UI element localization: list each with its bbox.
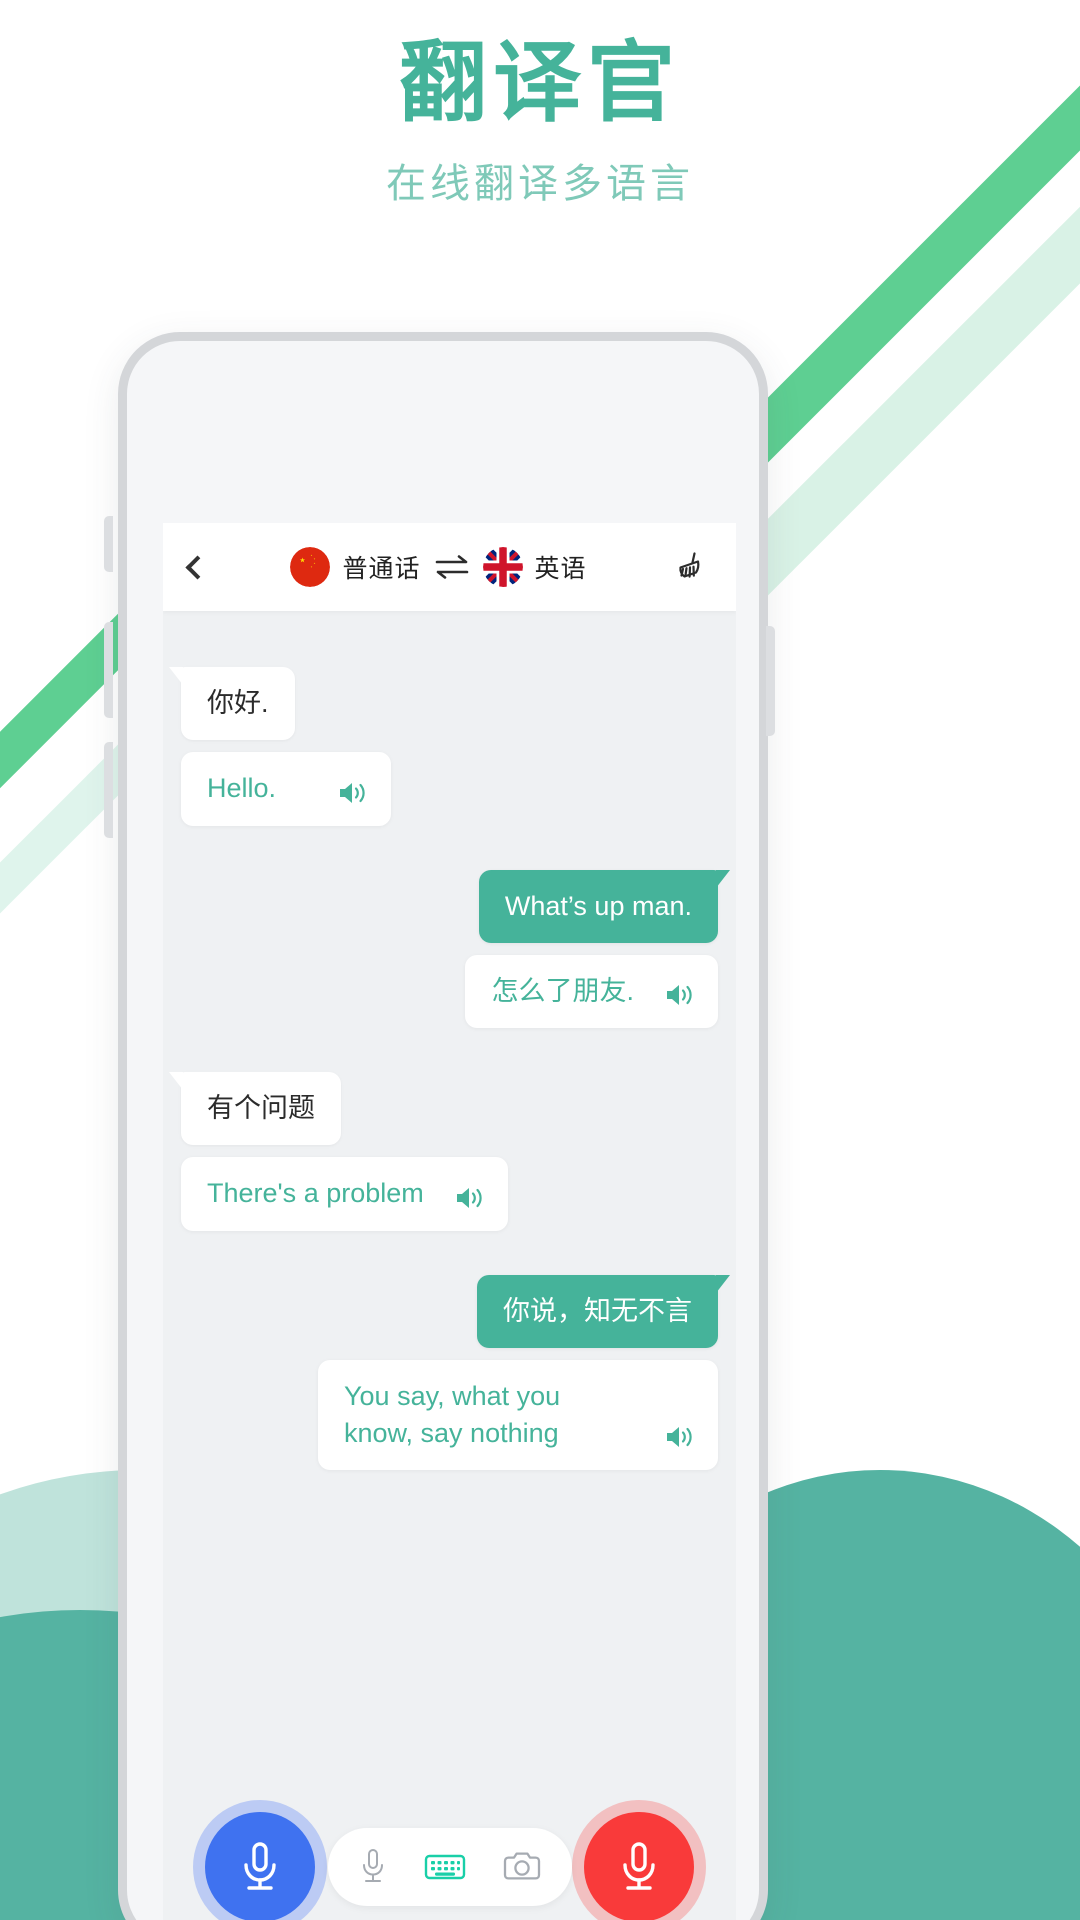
input-mode-pill (327, 1828, 572, 1906)
swap-arrows-icon (435, 555, 468, 579)
app-promo-screen: 翻译官 在线翻译多语言 普通话 英语 你好. Hello. What’s up … (0, 0, 1080, 1920)
phone-mockup: 普通话 英语 你好. Hello. What’s up man. 怎么了朋友. … (118, 332, 768, 1920)
source-language-selector[interactable]: 普通话 (290, 547, 420, 587)
message-group: What’s up man. 怎么了朋友. (181, 869, 731, 1028)
microphone-icon (623, 1842, 655, 1890)
speaker-icon[interactable] (454, 1185, 486, 1211)
microphone-icon (244, 1842, 276, 1890)
clear-conversation-button[interactable] (670, 547, 710, 587)
phone-volume-up-button (104, 622, 113, 718)
broom-icon (679, 552, 700, 578)
phone-silent-switch (104, 516, 113, 572)
target-language-label: 英语 (534, 555, 587, 583)
speaker-icon[interactable] (664, 1424, 696, 1450)
keyboard-icon (424, 1854, 465, 1880)
camera-icon (503, 1852, 540, 1880)
chat-thread[interactable]: 你好. Hello. What’s up man. 怎么了朋友. 有个问题 Th… (163, 611, 736, 1773)
translated-bubble[interactable]: You say, what you know, say nothing (318, 1359, 718, 1471)
translated-text: Hello. (207, 773, 277, 804)
translated-bubble[interactable]: 怎么了朋友. (465, 954, 718, 1028)
input-toolbar (163, 1773, 736, 1920)
source-bubble[interactable]: What’s up man. (478, 869, 731, 943)
chevron-left-icon (185, 554, 210, 580)
speaker-icon[interactable] (664, 982, 696, 1008)
message-group: 你说，知无不言 You say, what you know, say noth… (181, 1274, 730, 1471)
source-language-label: 普通话 (342, 555, 421, 583)
keyboard-input-button[interactable] (424, 1851, 466, 1883)
headline-block: 翻译官 在线翻译多语言 (0, 36, 1080, 209)
message-group: 有个问题 There's a problem (169, 1072, 718, 1231)
phone-power-button (766, 626, 775, 736)
translated-text: There's a problem (207, 1178, 424, 1209)
china-flag-icon (290, 547, 331, 587)
back-button[interactable] (185, 554, 229, 580)
translated-bubble[interactable]: Hello. (181, 752, 391, 826)
target-language-selector[interactable]: 英语 (482, 547, 587, 587)
record-target-button[interactable] (584, 1812, 694, 1920)
translated-bubble[interactable]: There's a problem (181, 1157, 508, 1231)
uk-flag-icon (482, 547, 523, 587)
message-group: 你好. Hello. (169, 667, 718, 826)
voice-input-button[interactable] (358, 1847, 388, 1887)
camera-input-button[interactable] (502, 1851, 542, 1883)
translated-text: You say, what you know, say nothing (344, 1380, 561, 1448)
page-subtitle: 在线翻译多语言 (386, 162, 694, 207)
page-title: 翻译官 (398, 33, 681, 132)
source-bubble[interactable]: 你好. (169, 667, 295, 741)
record-source-button[interactable] (205, 1812, 315, 1920)
app-navbar: 普通话 英语 (163, 523, 736, 611)
speaker-icon[interactable] (337, 780, 369, 806)
source-bubble[interactable]: 有个问题 (169, 1072, 341, 1146)
microphone-icon (362, 1849, 383, 1882)
source-bubble[interactable]: 你说，知无不言 (477, 1274, 730, 1348)
app-screen: 普通话 英语 你好. Hello. What’s up man. 怎么了朋友. … (163, 523, 736, 1920)
translated-text: 怎么了朋友. (491, 975, 634, 1006)
phone-volume-down-button (104, 742, 113, 838)
swap-languages-button[interactable] (435, 554, 469, 580)
